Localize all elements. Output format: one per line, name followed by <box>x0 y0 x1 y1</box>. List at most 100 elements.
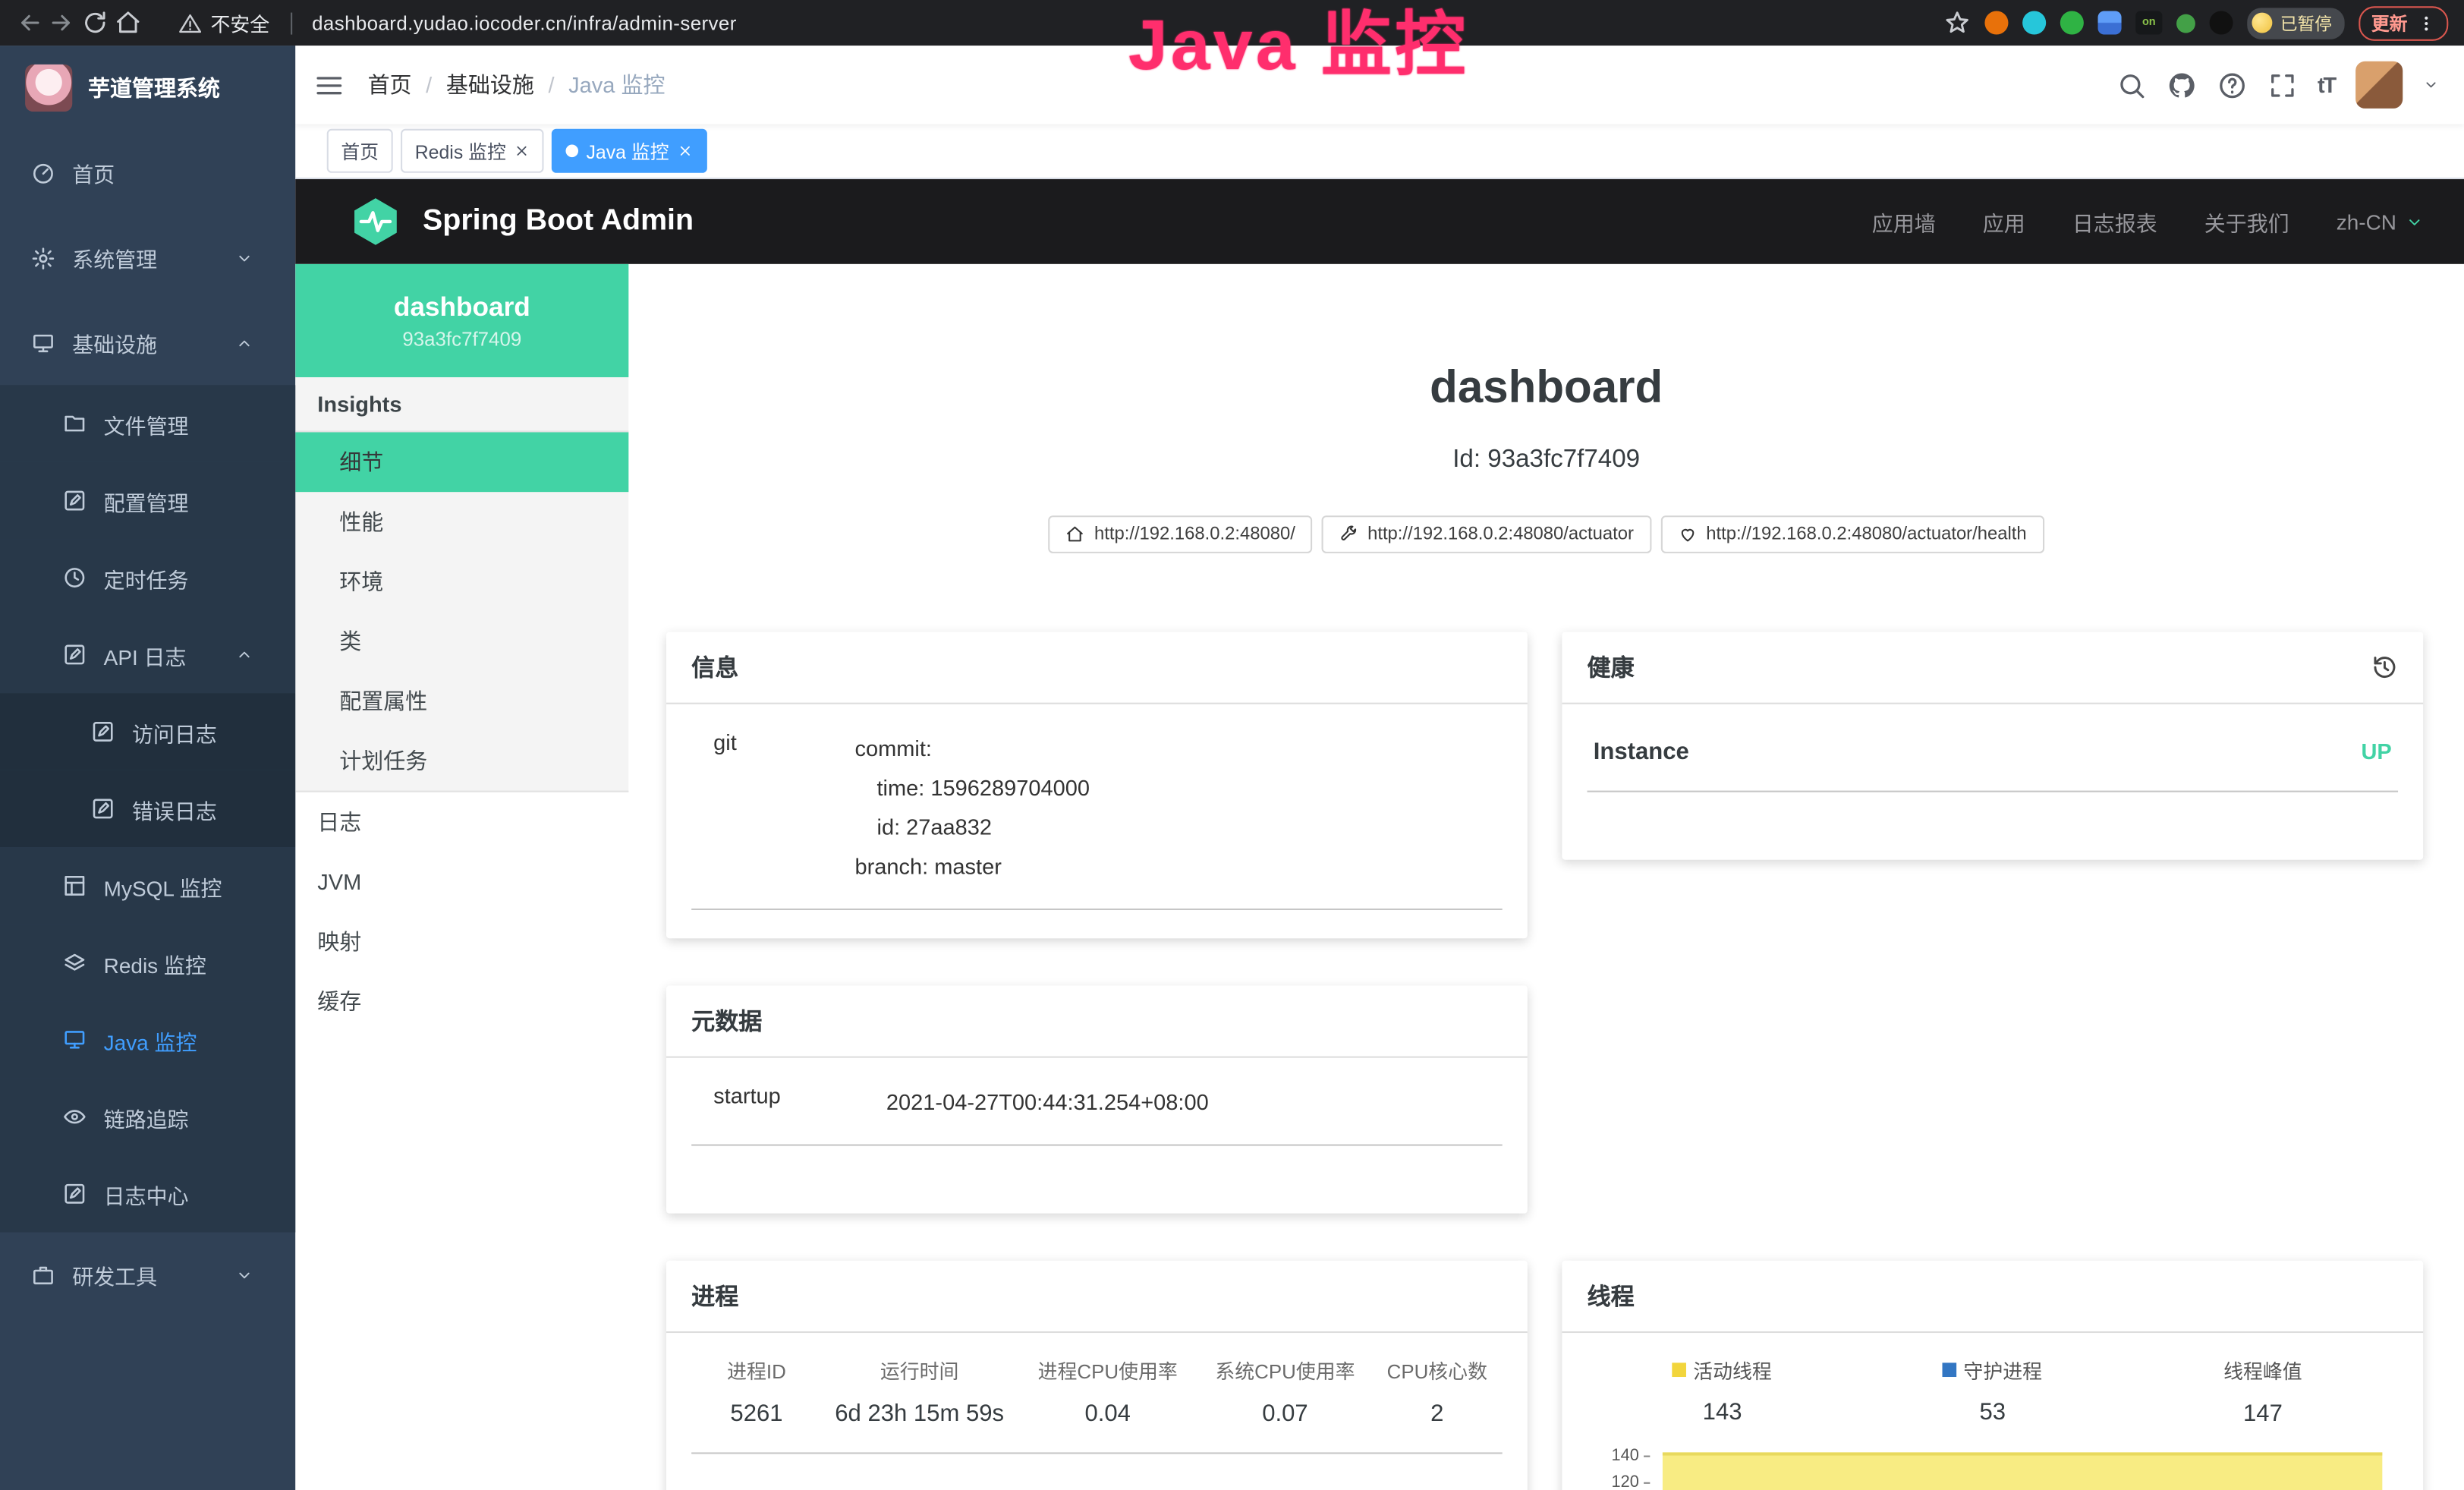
sidebar-item-java-monitor[interactable]: Java 监控 <box>0 1001 295 1078</box>
history-icon[interactable] <box>2371 654 2398 680</box>
config-icon <box>63 489 87 512</box>
health-card-title: 健康 <box>1588 650 1635 683</box>
sba-menu-logs[interactable]: 日志 <box>295 792 628 852</box>
health-url-button[interactable]: http://192.168.0.2:48080/actuator/health <box>1660 515 2044 553</box>
extension-icon-green[interactable] <box>2060 11 2084 34</box>
sba-menu-mappings[interactable]: 映射 <box>295 912 628 972</box>
task-icon <box>63 565 87 589</box>
extension-icon-blue-grid[interactable] <box>2098 11 2122 34</box>
sidebar-item-devtools[interactable]: 研发工具 <box>0 1233 295 1318</box>
sba-menu-classes[interactable]: 类 <box>295 612 628 672</box>
breadcrumb-home[interactable]: 首页 <box>368 69 412 100</box>
sidebar-item-infrastructure[interactable]: 基础设施 <box>0 301 295 386</box>
sba-menu-performance[interactable]: 性能 <box>295 492 628 552</box>
sidebar-item-error-log[interactable]: 错误日志 <box>0 770 295 847</box>
sba-nav-wallboard[interactable]: 应用墙 <box>1872 206 1936 237</box>
instance-name: dashboard <box>394 291 530 323</box>
search-icon[interactable] <box>2116 70 2146 99</box>
tab-home[interactable]: 首页 <box>327 129 393 173</box>
sidebar-item-mysql[interactable]: MySQL 监控 <box>0 847 295 924</box>
sba-menu-environment[interactable]: 环境 <box>295 552 628 612</box>
app-title: 芋道管理系统 <box>88 72 220 103</box>
bookmark-star-icon[interactable] <box>1944 9 1971 36</box>
chrome-update-button[interactable]: 更新 <box>2359 5 2448 40</box>
git-branch-line: branch: master <box>855 847 1090 887</box>
security-indicator[interactable]: 不安全 <box>179 8 269 37</box>
process-uptime-value: 6d 23h 15m 59s <box>822 1400 1018 1427</box>
sidebar-item-home[interactable]: 首页 <box>0 131 295 216</box>
sidebar-item-system[interactable]: 系统管理 <box>0 216 295 301</box>
sba-menu-scheduled-tasks[interactable]: 计划任务 <box>295 731 628 791</box>
sidebar-item-log-center[interactable]: 日志中心 <box>0 1155 295 1232</box>
address-bar-url[interactable]: dashboard.yudao.iocoder.cn/infra/admin-s… <box>312 12 737 34</box>
font-size-icon[interactable]: tT <box>2318 72 2335 97</box>
help-icon[interactable] <box>2217 70 2246 99</box>
close-icon[interactable] <box>514 143 530 159</box>
sidebar-item-label: 首页 <box>72 157 115 188</box>
service-url-button[interactable]: http://192.168.0.2:48080/ <box>1049 515 1313 553</box>
breadcrumb: 首页 / 基础设施 / Java 监控 <box>368 69 666 100</box>
warning-icon <box>179 12 201 34</box>
sba-menu-jvm[interactable]: JVM <box>295 852 628 912</box>
sba-menu-details[interactable]: 细节 <box>295 432 628 492</box>
extension-on-badge[interactable]: on <box>2135 11 2162 34</box>
tab-java-monitor[interactable]: Java 监控 <box>552 129 706 173</box>
java-icon <box>63 1028 87 1051</box>
hamburger-icon[interactable] <box>314 70 344 99</box>
sidebar-item-config[interactable]: 配置管理 <box>0 462 295 539</box>
forward-icon[interactable] <box>49 9 75 36</box>
github-icon[interactable] <box>2167 70 2196 99</box>
breadcrumb-section[interactable]: 基础设施 <box>446 69 534 100</box>
close-icon[interactable] <box>677 143 693 159</box>
sba-main: dashboard Id: 93a3fc7f7409 http://192.16… <box>628 264 2464 1490</box>
sidebar-item-label: 文件管理 <box>104 408 189 439</box>
process-col-pid: 进程ID <box>691 1355 822 1384</box>
sba-nav-applications[interactable]: 应用 <box>1983 206 2025 237</box>
threads-card-title: 线程 <box>1562 1260 2423 1332</box>
sba-nav-journal[interactable]: 日志报表 <box>2072 206 2157 237</box>
chevron-down-icon[interactable] <box>2423 77 2439 93</box>
extension-icon-dark[interactable] <box>2210 11 2233 34</box>
sba-nav-about[interactable]: 关于我们 <box>2204 206 2289 237</box>
home-icon <box>1066 524 1085 543</box>
sidebar-item-file[interactable]: 文件管理 <box>0 385 295 461</box>
chevron-down-icon <box>2406 213 2423 231</box>
sidebar-item-redis[interactable]: Redis 监控 <box>0 925 295 1001</box>
instance-links: http://192.168.0.2:48080/ http://192.168… <box>628 515 2464 553</box>
fullscreen-icon[interactable] <box>2267 70 2297 99</box>
tab-redis-monitor[interactable]: Redis 监控 <box>401 129 543 173</box>
breadcrumb-current: Java 监控 <box>568 69 665 100</box>
extension-icon-leaf[interactable] <box>2176 14 2195 33</box>
reload-icon[interactable] <box>82 9 109 36</box>
sba-menu-caches[interactable]: 缓存 <box>295 972 628 1032</box>
sidebar-item-tracing[interactable]: 链路追踪 <box>0 1079 295 1155</box>
avatar[interactable] <box>2355 61 2403 109</box>
app-brand[interactable]: 芋道管理系统 <box>0 46 295 131</box>
sidebar-item-access-log[interactable]: 访问日志 <box>0 693 295 770</box>
extension-icon-orange[interactable] <box>1984 11 2008 34</box>
process-cores-value: 2 <box>1372 1400 1503 1427</box>
back-icon[interactable] <box>16 9 42 36</box>
legend-daemon-threads: 守护进程 53 <box>1858 1355 2128 1427</box>
spring-boot-admin: Spring Boot Admin 应用墙 应用 日志报表 关于我们 zh-CN <box>295 179 2464 1490</box>
actuator-url-button[interactable]: http://192.168.0.2:48080/actuator <box>1322 515 1651 553</box>
chevron-down-icon <box>236 249 253 266</box>
sba-language-select[interactable]: zh-CN <box>2337 209 2423 233</box>
y-axis-tick: 120 <box>1606 1473 1650 1490</box>
sidebar-item-jobs[interactable]: 定时任务 <box>0 539 295 616</box>
peak-threads-value: 147 <box>2128 1400 2398 1427</box>
browser-menu-icon[interactable] <box>2417 14 2436 33</box>
process-col-uptime: 运行时间 <box>822 1355 1018 1384</box>
extension-icon-teal[interactable] <box>2022 11 2046 34</box>
app-logo <box>25 65 72 112</box>
legend-peak-threads: 线程峰值 147 <box>2128 1355 2398 1427</box>
profile-paused-badge[interactable]: 已暂停 <box>2247 7 2344 38</box>
instance-header[interactable]: dashboard 93a3fc7f7409 <box>295 264 628 377</box>
dashboard-icon <box>31 161 55 184</box>
wrench-icon <box>1339 524 1358 543</box>
browser-home-icon[interactable] <box>115 9 141 36</box>
sidebar-item-api-log[interactable]: API 日志 <box>0 616 295 693</box>
chevron-up-icon <box>236 334 253 351</box>
y-axis-tick: 140 <box>1606 1446 1650 1465</box>
sba-menu-config-props[interactable]: 配置属性 <box>295 671 628 731</box>
